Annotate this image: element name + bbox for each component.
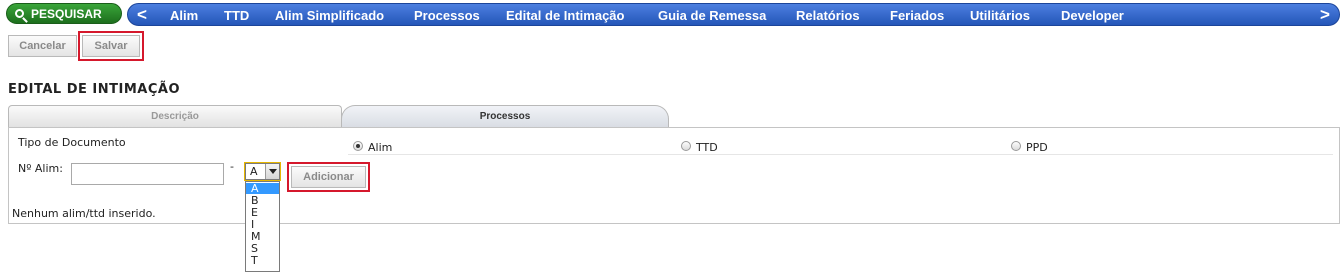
- radio-ttd-label: TTD: [696, 141, 718, 154]
- radio-alim[interactable]: [353, 141, 363, 151]
- nav-item-alim-simplificado[interactable]: Alim Simplificado: [275, 8, 384, 23]
- search-icon: [15, 9, 24, 18]
- nav-prev-arrow[interactable]: <: [137, 5, 147, 25]
- save-button-highlight: [78, 31, 144, 61]
- nav-item-processos[interactable]: Processos: [414, 8, 480, 23]
- letter-option-b[interactable]: B: [246, 195, 279, 206]
- letter-select-value: A: [250, 165, 258, 178]
- page-title: EDITAL DE INTIMAÇÃO: [8, 82, 181, 97]
- dash-separator: -: [230, 160, 234, 173]
- letter-option-t[interactable]: T: [246, 255, 279, 266]
- tab-descricao[interactable]: Descrição: [8, 105, 342, 127]
- number-label: Nº Alim:: [18, 162, 63, 175]
- radio-ttd[interactable]: [681, 141, 691, 151]
- letter-option-a[interactable]: A: [246, 183, 279, 194]
- tab-processos[interactable]: Processos: [341, 105, 669, 127]
- nav-item-guia-de-remessa[interactable]: Guia de Remessa: [658, 8, 766, 23]
- cancel-button[interactable]: Cancelar: [8, 35, 77, 57]
- doc-type-label: Tipo de Documento: [18, 136, 126, 149]
- empty-list-message: Nenhum alim/ttd inserido.: [12, 207, 156, 220]
- letter-option-e[interactable]: E: [246, 207, 279, 218]
- nav-next-arrow[interactable]: >: [1320, 5, 1330, 25]
- nav-item-alim[interactable]: Alim: [170, 8, 198, 23]
- nav-item-edital-de-intimacao[interactable]: Edital de Intimação: [506, 8, 624, 23]
- radio-ppd-label: PPD: [1026, 141, 1048, 154]
- nav-item-relatorios[interactable]: Relatórios: [796, 8, 860, 23]
- search-button-label: PESQUISAR: [31, 6, 102, 21]
- letter-option-i[interactable]: I: [246, 219, 279, 230]
- letter-option-m[interactable]: M: [246, 231, 279, 242]
- letter-select[interactable]: A: [244, 162, 281, 181]
- main-nav-bar: < Alim TTD Alim Simplificado Processos E…: [127, 3, 1340, 26]
- row-divider: [348, 154, 1333, 155]
- number-input[interactable]: [71, 163, 224, 185]
- chevron-down-icon[interactable]: [265, 164, 279, 179]
- search-button[interactable]: PESQUISAR: [6, 3, 122, 24]
- nav-item-ttd[interactable]: TTD: [224, 8, 249, 23]
- nav-item-utilitarios[interactable]: Utilitários: [970, 8, 1030, 23]
- nav-item-feriados[interactable]: Feriados: [890, 8, 944, 23]
- letter-dropdown-list: A B E I M S T: [245, 181, 280, 272]
- letter-option-s[interactable]: S: [246, 243, 279, 254]
- radio-ppd[interactable]: [1011, 141, 1021, 151]
- nav-item-developer[interactable]: Developer: [1061, 8, 1124, 23]
- add-button-highlight: [287, 162, 370, 192]
- radio-alim-label: Alim: [368, 141, 393, 154]
